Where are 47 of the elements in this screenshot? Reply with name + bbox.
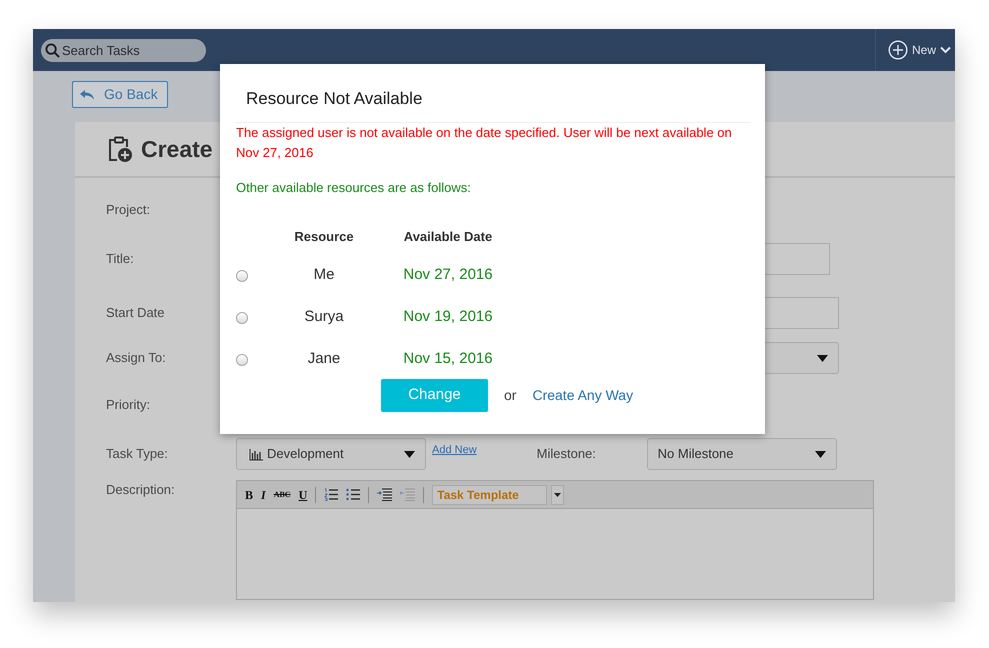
resource-name: Surya — [303, 307, 345, 328]
info-message: Other available resources are as follows: — [236, 178, 472, 196]
caret-down-icon — [404, 450, 415, 458]
new-button[interactable]: New — [874, 29, 955, 71]
available-date: Nov 19, 2016 — [402, 307, 494, 328]
rich-text-editor[interactable]: B I ABC U Task Template — [236, 480, 874, 600]
field-label: Assign To: — [106, 349, 167, 368]
search-icon — [45, 42, 60, 58]
field-label: Milestone: — [536, 445, 597, 464]
clipboard-plus-icon — [107, 136, 133, 162]
resource-name: Jane — [306, 349, 342, 370]
column-header: Resource — [293, 228, 355, 246]
radio-button[interactable] — [236, 312, 248, 324]
field-label: Priority: — [106, 396, 152, 414]
format-button[interactable]: U — [298, 486, 308, 504]
field-label: Title: — [106, 250, 135, 268]
back-arrow-icon — [79, 88, 96, 100]
format-button[interactable]: B — [245, 486, 254, 504]
available-date: Nov 15, 2016 — [402, 349, 494, 370]
search-field[interactable]: Search Tasks — [41, 38, 206, 62]
caret-down-icon — [817, 354, 828, 362]
caret-down-icon — [814, 450, 826, 458]
field-label: Start Date — [106, 304, 166, 322]
milestone-select[interactable]: No Milestone — [646, 438, 837, 470]
create-any-way-link[interactable]: Create Any Way — [532, 384, 634, 406]
indent-icon[interactable] — [377, 488, 392, 501]
column-header: Available Date — [402, 228, 494, 246]
dialog-title: Resource Not Available — [245, 88, 424, 110]
plus-circle-icon — [888, 40, 908, 60]
field-label: Task Type: — [106, 445, 169, 464]
error-message: The assigned user is not available on the date specified. User will be next available on Nov 27, 2016 — [236, 122, 751, 162]
chevron-down-icon — [940, 46, 951, 54]
form-title: Create — [141, 134, 213, 164]
task-type-select[interactable]: Development — [236, 438, 426, 470]
field-label: Description: — [106, 481, 176, 499]
bullet-list-icon[interactable] — [346, 488, 360, 501]
format-button[interactable]: I — [261, 486, 266, 504]
bar-chart-icon — [249, 448, 263, 460]
or-text: or — [504, 386, 516, 404]
radio-button[interactable] — [236, 270, 248, 282]
numbered-list-icon[interactable] — [324, 488, 338, 501]
field-label: Project: — [106, 201, 152, 220]
caret-down-icon[interactable] — [554, 492, 562, 496]
radio-button[interactable] — [236, 354, 248, 366]
format-button[interactable]: ABC — [274, 488, 291, 500]
resource-name: Me — [312, 265, 336, 286]
available-date: Nov 27, 2016 — [402, 265, 494, 286]
